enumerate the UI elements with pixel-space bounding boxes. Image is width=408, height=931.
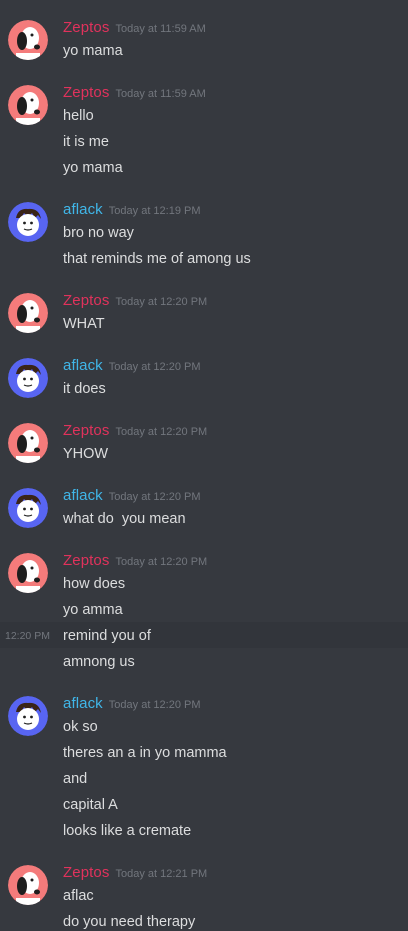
timestamp: Today at 11:59 AM: [115, 23, 206, 35]
message-text: what do you mean: [63, 511, 186, 527]
message-line-hovered[interactable]: 12:20 PM remind you of: [0, 622, 408, 648]
message-line: theres an a in yo mamma: [0, 742, 408, 768]
message-header: Zeptos Today at 12:20 PM: [63, 550, 207, 572]
timestamp: Today at 12:21 PM: [115, 868, 208, 880]
message-text: bro no way: [63, 225, 134, 241]
message-text: theres an a in yo mamma: [63, 745, 227, 761]
message-text: amnong us: [63, 654, 135, 670]
message-line: aflac: [0, 885, 408, 911]
message-text: do you need therapy: [63, 914, 196, 930]
message-text: yo mama: [63, 43, 123, 59]
message-text: that reminds me of among us: [63, 251, 251, 267]
message-header: Zeptos Today at 11:59 AM: [63, 82, 206, 104]
timestamp: Today at 12:20 PM: [108, 361, 201, 373]
timestamp: Today at 12:20 PM: [108, 491, 201, 503]
message-header: aflack Today at 12:19 PM: [63, 199, 201, 221]
author-name[interactable]: Zeptos: [63, 292, 109, 309]
message-text: yo amma: [63, 602, 123, 618]
message-header: Zeptos Today at 12:20 PM: [63, 420, 207, 442]
message-line: that reminds me of among us: [0, 248, 408, 274]
message-text: it is me: [63, 134, 109, 150]
message-line: ok so: [0, 716, 408, 742]
message-line: looks like a cremate: [0, 820, 408, 846]
message-text: looks like a cremate: [63, 823, 192, 839]
timestamp: Today at 12:20 PM: [115, 556, 208, 568]
message-text: how does: [63, 576, 126, 592]
author-name[interactable]: aflack: [63, 487, 103, 504]
message-text: aflac: [63, 888, 94, 904]
message-header: aflack Today at 12:20 PM: [63, 693, 201, 715]
author-name[interactable]: aflack: [63, 695, 103, 712]
message-line: yo mama: [0, 40, 408, 66]
message-line: it is me: [0, 131, 408, 157]
message-line: amnong us: [0, 651, 408, 677]
author-name[interactable]: aflack: [63, 201, 103, 218]
message-header: aflack Today at 12:20 PM: [63, 355, 201, 377]
message-line: capital A: [0, 794, 408, 820]
timestamp: Today at 11:59 AM: [115, 88, 206, 100]
message-line: hello: [0, 105, 408, 131]
message-text: ok so: [63, 719, 98, 735]
message-line: and: [0, 768, 408, 794]
message-text: it does: [63, 381, 106, 397]
timestamp: Today at 12:19 PM: [108, 205, 201, 217]
hover-timestamp: 12:20 PM: [5, 630, 50, 642]
timestamp: Today at 12:20 PM: [115, 426, 208, 438]
message-line: do you need therapy: [0, 911, 408, 931]
message-line: YHOW: [0, 443, 408, 469]
author-name[interactable]: Zeptos: [63, 552, 109, 569]
message-line: what do you mean: [0, 508, 408, 534]
message-line: WHAT: [0, 313, 408, 339]
message-text: WHAT: [63, 316, 105, 332]
message-text: yo mama: [63, 160, 123, 176]
message-line: bro no way: [0, 222, 408, 248]
author-name[interactable]: aflack: [63, 357, 103, 374]
message-line: how does: [0, 573, 408, 599]
timestamp: Today at 12:20 PM: [115, 296, 208, 308]
message-text: YHOW: [63, 446, 109, 462]
author-name[interactable]: Zeptos: [63, 19, 109, 36]
message-line: it does: [0, 378, 408, 404]
message-text: remind you of: [63, 628, 151, 644]
message-text: and: [63, 771, 88, 787]
author-name[interactable]: Zeptos: [63, 84, 109, 101]
message-text: hello: [63, 108, 94, 124]
timestamp: Today at 12:20 PM: [108, 699, 201, 711]
message-header: Zeptos Today at 12:21 PM: [63, 862, 207, 884]
message-header: Zeptos Today at 11:59 AM: [63, 17, 206, 39]
author-name[interactable]: Zeptos: [63, 864, 109, 881]
message-header: Zeptos Today at 12:20 PM: [63, 290, 207, 312]
message-line: yo mama: [0, 157, 408, 183]
author-name[interactable]: Zeptos: [63, 422, 109, 439]
message-text: capital A: [63, 797, 118, 813]
message-header: aflack Today at 12:20 PM: [63, 485, 201, 507]
